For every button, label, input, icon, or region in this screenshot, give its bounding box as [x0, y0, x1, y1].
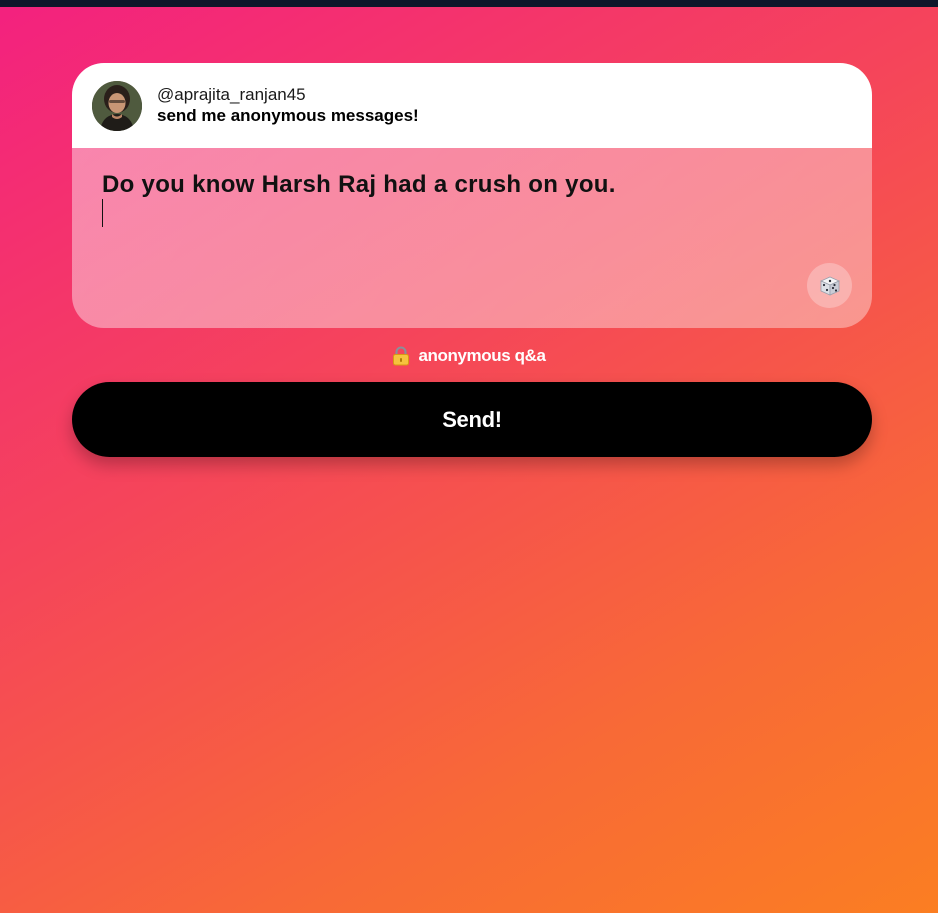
question-card: @aprajita_ranjan45 send me anonymous mes… — [72, 63, 872, 328]
resize-handle-icon[interactable] — [862, 314, 871, 323]
header-text: @aprajita_ranjan45 send me anonymous mes… — [157, 85, 419, 126]
dice-icon — [819, 276, 840, 296]
lock-icon — [393, 346, 410, 366]
username: @aprajita_ranjan45 — [157, 85, 306, 104]
avatar-image — [92, 80, 142, 131]
prompt-text: send me anonymous messages! — [157, 106, 419, 125]
top-strip — [0, 0, 938, 7]
card-header: @aprajita_ranjan45 send me anonymous mes… — [72, 63, 872, 148]
message-textarea[interactable]: Do you know Harsh Raj had a crush on you… — [72, 148, 872, 328]
send-button[interactable]: Send! — [72, 382, 872, 457]
random-question-button[interactable] — [807, 263, 852, 308]
anonymous-badge: anonymous q&a — [0, 344, 938, 368]
anonymous-label: anonymous q&a — [418, 346, 546, 365]
avatar — [92, 80, 142, 131]
message-text: Do you know Harsh Raj had a crush on you… — [102, 171, 616, 198]
text-caret — [102, 199, 103, 227]
